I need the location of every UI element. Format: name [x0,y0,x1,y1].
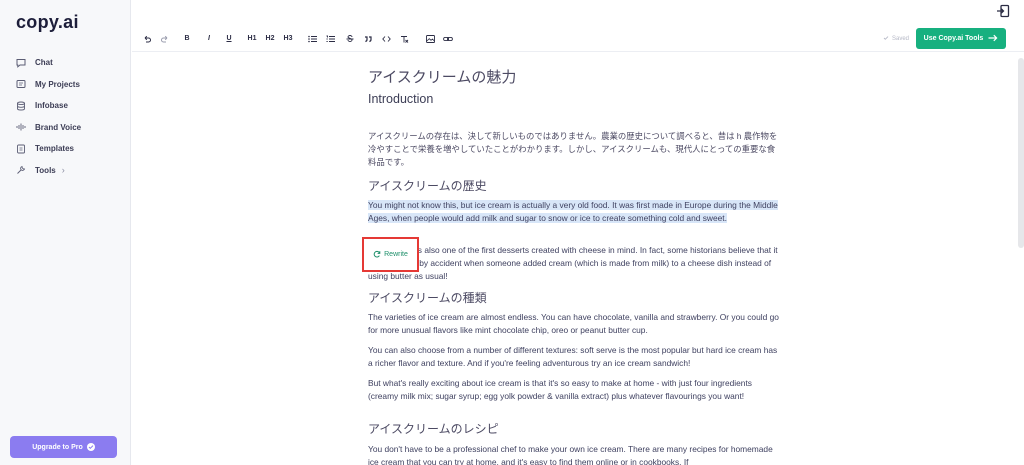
types-paragraph-1[interactable]: The varieties of ice cream are almost en… [368,311,780,337]
types-paragraph-2[interactable]: You can also choose from a number of dif… [368,344,780,370]
heading-3-button[interactable]: H3 [283,32,293,46]
save-status: Saved [883,35,909,43]
sidebar-item-my-projects[interactable]: My Projects [0,74,131,96]
strikethrough-icon[interactable] [345,32,355,46]
sidebar-item-templates[interactable]: Templates [0,138,131,160]
sidebar-item-brand-voice[interactable]: Brand Voice [0,117,131,139]
ordered-list-icon[interactable] [325,32,335,46]
check-icon [883,35,889,43]
chat-icon [16,58,26,68]
history-paragraph-selected[interactable]: You might not know this, but ice cream i… [368,199,780,225]
tools-icon [16,165,26,175]
sidebar-item-label: Infobase [35,101,68,111]
chevron-right-icon: › [61,165,65,176]
italic-button[interactable]: I [204,32,214,46]
types-paragraph-3[interactable]: But what's really exciting about ice cre… [368,377,780,403]
code-icon[interactable] [381,32,391,46]
intro-paragraph[interactable]: アイスクリームの存在は、決して新しいものではありません。農業の歴史について調べる… [368,130,780,169]
sidebar-item-label: Brand Voice [35,122,82,132]
sidebar-item-label: Templates [35,144,74,154]
history-heading[interactable]: アイスクリームの歴史 [368,177,487,194]
tools-button-label: Use Copy.ai Tools [923,35,984,42]
bullet-list-icon[interactable] [307,32,317,46]
top-bar [132,0,1024,22]
underline-button[interactable]: U [224,32,234,46]
sidebar-item-infobase[interactable]: Infobase [0,95,131,117]
rewrite-label: Rewrite [384,251,408,258]
heading-2-button[interactable]: H2 [265,32,275,46]
link-icon[interactable] [443,32,453,46]
database-icon [16,101,26,111]
recipe-heading[interactable]: アイスクリームのレシピ [368,420,499,437]
sidebar-item-label: Chat [35,58,53,68]
undo-icon[interactable] [142,32,152,46]
selected-text[interactable]: You might not know this, but ice cream i… [368,200,778,223]
templates-icon [16,144,26,154]
history-paragraph-2[interactable]: Ice cream was also one of the first dess… [368,244,780,283]
redo-icon[interactable] [160,32,170,46]
exit-icon[interactable] [996,4,1010,18]
sidebar-item-tools[interactable]: Tools › [0,160,131,182]
sidebar-item-chat[interactable]: Chat [0,52,131,74]
app-logo[interactable]: copy.ai [16,12,79,33]
intro-heading[interactable]: Introduction [368,92,433,106]
arrow-right-icon [988,34,998,44]
bold-button[interactable]: B [182,32,192,46]
voice-icon [16,122,26,132]
sidebar-item-label: My Projects [35,79,80,89]
quote-icon[interactable] [363,32,373,46]
clear-format-icon[interactable] [399,32,409,46]
projects-icon [16,79,26,89]
recipe-paragraph[interactable]: You don't have to be a professional chef… [368,443,780,465]
check-icon [86,443,95,451]
use-copyai-tools-button[interactable]: Use Copy.ai Tools [916,28,1006,49]
heading-1-button[interactable]: H1 [247,32,257,46]
upgrade-label: Upgrade to Pro [32,443,83,451]
sidebar: copy.ai Chat My Projects Infobase Brand … [0,0,131,465]
document-title[interactable]: アイスクリームの魅力 [368,66,516,87]
saved-label: Saved [891,36,909,42]
image-icon[interactable] [425,32,435,46]
upgrade-button[interactable]: Upgrade to Pro [10,436,117,458]
scrollbar[interactable] [1018,58,1024,248]
refresh-icon [373,250,381,260]
sidebar-nav: Chat My Projects Infobase Brand Voice Te… [0,52,131,181]
types-heading[interactable]: アイスクリームの種類 [368,289,487,306]
rewrite-button[interactable]: Rewrite [362,237,419,272]
sidebar-item-label: Tools [35,165,56,175]
